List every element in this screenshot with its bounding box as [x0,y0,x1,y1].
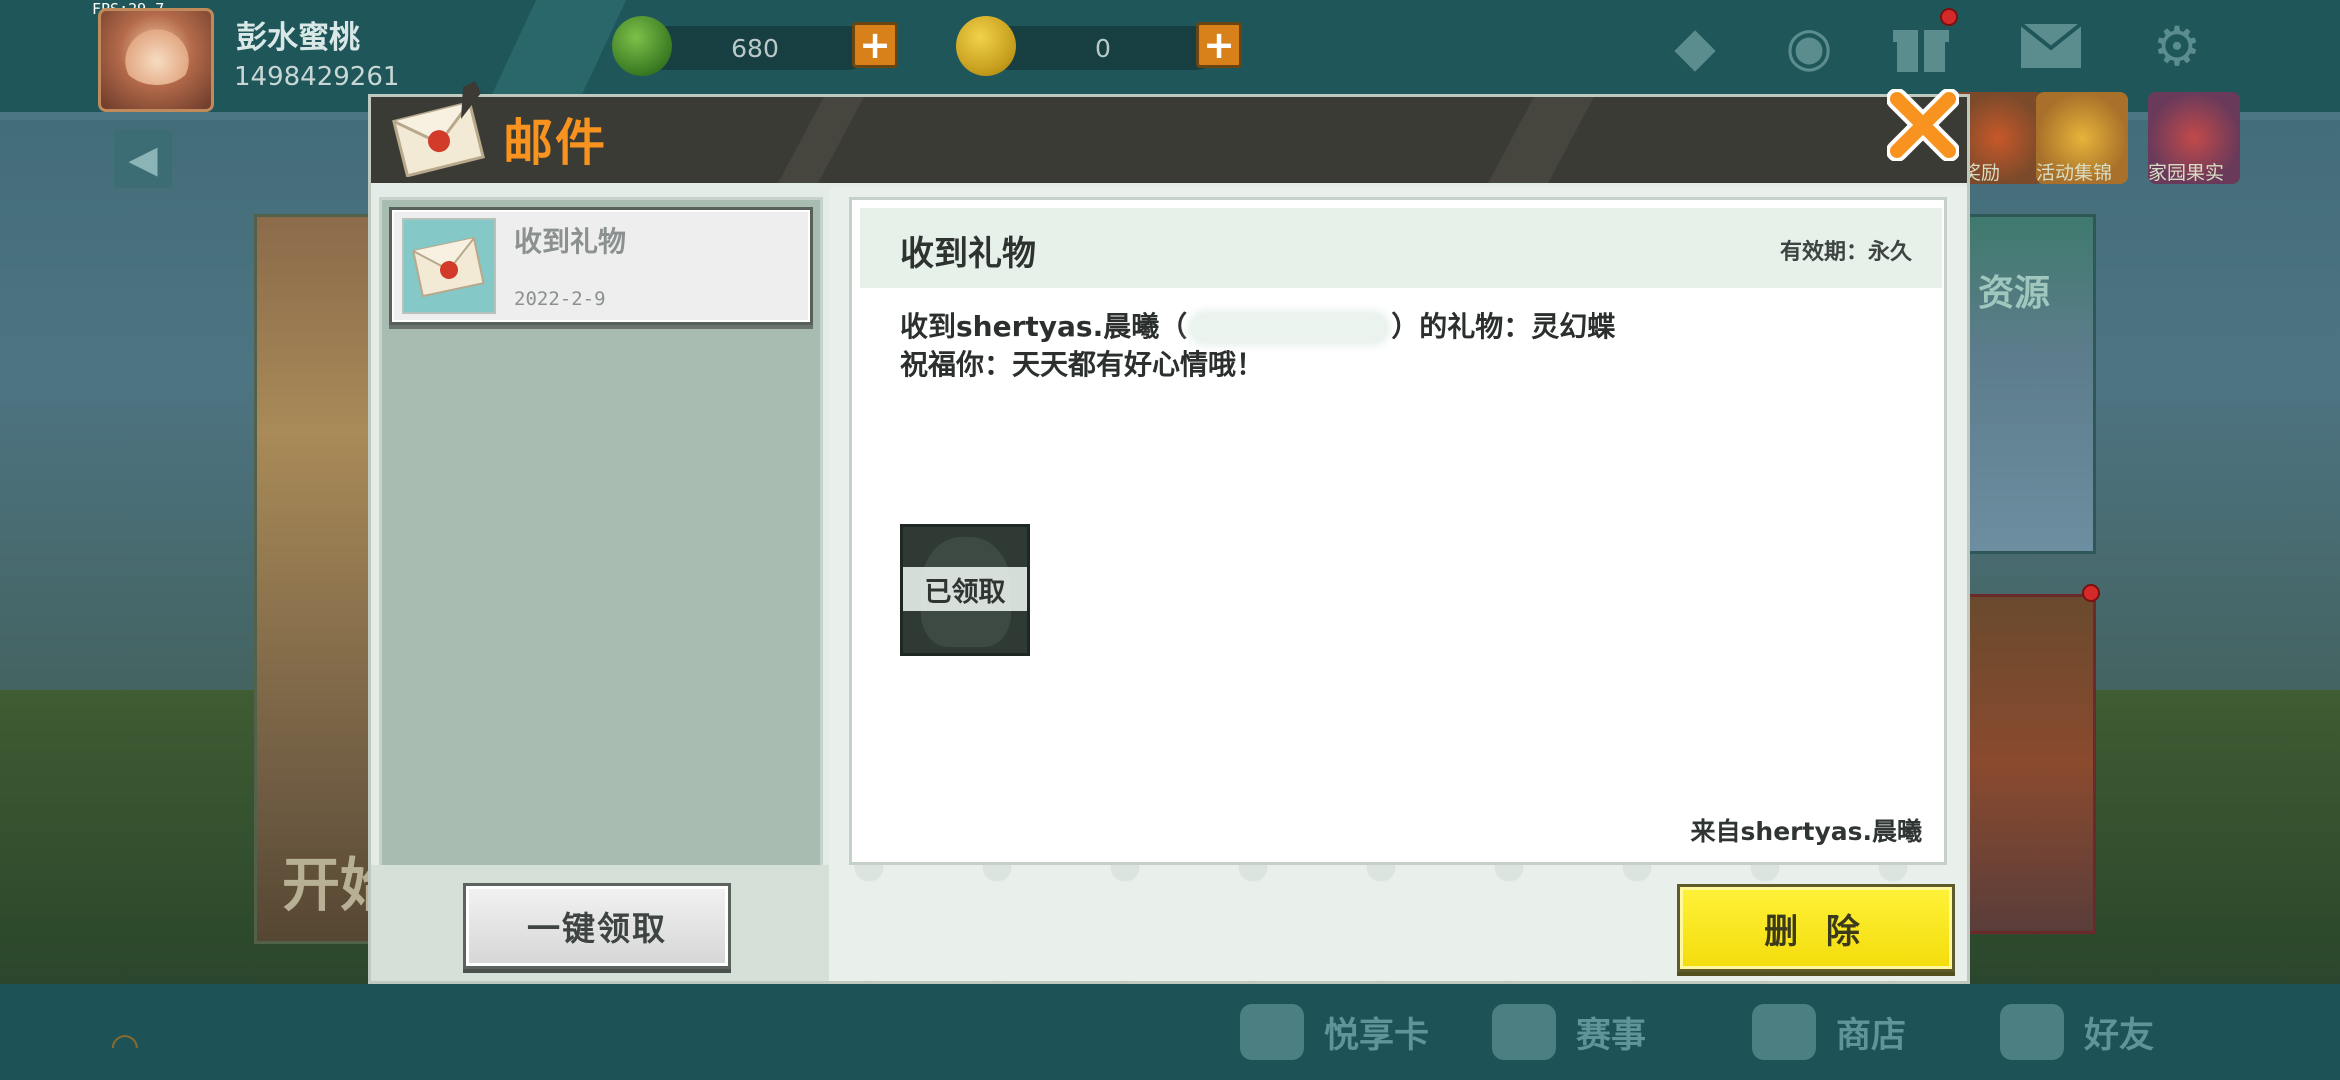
nav-friends-label: 好友 [2084,1015,2155,1056]
mini-coin-icon [956,16,1016,76]
nav-tournament-label: 赛事 [1576,1015,1647,1056]
mini-beans-value: 680 [731,33,779,63]
share-icon[interactable]: ◉ [1774,14,1844,78]
user-id: 1498429261 [234,62,400,92]
mail-dialog: 邮件 收到礼物 2022-2-9 一键领取 收到礼物 有效期：永久 收到sher… [368,81,1970,984]
mail-body: 收到shertyas.晨曦（ ）的礼物：灵幻蝶 祝福你：天天都有好心情哦！ [900,308,1615,384]
mail-content-title: 收到礼物 [900,234,1036,274]
header-stripe [778,97,864,183]
rss-icon[interactable]: ◠ [110,1026,150,1066]
validity-value: 永久 [1867,240,1912,265]
bottom-nav-bar [0,984,2340,1080]
validity-label: 有效期： [1779,240,1868,265]
nav-pass-card-label: 悦享卡 [1324,1015,1430,1056]
mail-body-line-1: 收到shertyas.晨曦（ ）的礼物：灵幻蝶 [900,308,1615,346]
validity-info: 有效期：永久 [1780,234,1912,266]
resource-card-label: 资源 [1978,273,2051,314]
settings-gear-icon[interactable]: ⚙ [2142,14,2212,78]
friends-icon [2000,1004,2064,1060]
claimed-badge: 已领取 [903,567,1027,611]
mini-beans-counter: 680 [640,26,870,70]
mail-body-line-1-prefix: 收到shertyas.晨曦（ [900,310,1188,343]
header-stripe [1488,97,1594,183]
gift-notification-dot [1940,8,1958,26]
events-collection-label: 活动集锦 [2036,162,2113,184]
mail-content-header: 收到礼物 有效期：永久 [860,208,1942,288]
mail-envelope-icon [391,77,487,178]
close-icon [1887,89,1959,161]
mini-coins-value: 0 [1095,33,1111,63]
mail-item-title: 收到礼物 [514,225,627,258]
mail-content-card: 收到礼物 有效期：永久 收到shertyas.晨曦（ ）的礼物：灵幻蝶 祝福你：天… [849,197,1947,865]
mail-item-date: 2022-2-9 [514,288,606,310]
mini-bean-icon [612,16,672,76]
mail-body-line-2: 祝福你：天天都有好心情哦！ [900,348,1265,381]
trophy-icon [1492,1004,1556,1060]
mail-dialog-header [371,97,1967,183]
gift-attachment[interactable]: 已领取 [900,524,1030,656]
diamond-icon[interactable]: ◆ [1660,14,1730,78]
mini-coins-counter: 0 [988,26,1218,70]
nav-friends[interactable]: 好友 [2000,1004,2154,1060]
mail-body-line-1-suffix: ）的礼物：灵幻蝶 [1391,310,1616,343]
nav-shop[interactable]: 商店 [1752,1004,1906,1060]
add-mini-coins-button[interactable]: + [1196,22,1242,68]
home-fruit-label: 家园果实 [2148,162,2225,184]
event-card[interactable] [1952,594,2096,934]
avatar[interactable] [98,8,214,112]
mail-list-item[interactable]: 收到礼物 2022-2-9 [389,207,813,325]
nav-shop-label: 商店 [1836,1015,1907,1056]
nav-pass-card[interactable]: 悦享卡 [1240,1004,1429,1060]
event-card-notification-dot [2082,584,2100,602]
pig-icon [1240,1004,1304,1060]
announcement-speaker-icon[interactable]: ◀ [114,130,172,188]
add-mini-beans-button[interactable]: + [852,22,898,68]
claim-all-button[interactable]: 一键领取 [463,883,731,969]
close-button[interactable] [1885,85,1961,165]
mail-icon[interactable] [2016,14,2086,78]
redacted-name [1191,313,1388,343]
shopping-cart-icon [1752,1004,1816,1060]
mail-thumbnail-envelope-icon [402,218,496,314]
mail-dialog-title: 邮件 [503,114,607,172]
nav-tournament[interactable]: 赛事 [1492,1004,1646,1060]
mail-sender: 来自shertyas.晨曦 [1690,817,1922,846]
username: 彭水蜜桃 [236,20,360,56]
delete-button[interactable]: 删 除 [1677,884,1955,972]
